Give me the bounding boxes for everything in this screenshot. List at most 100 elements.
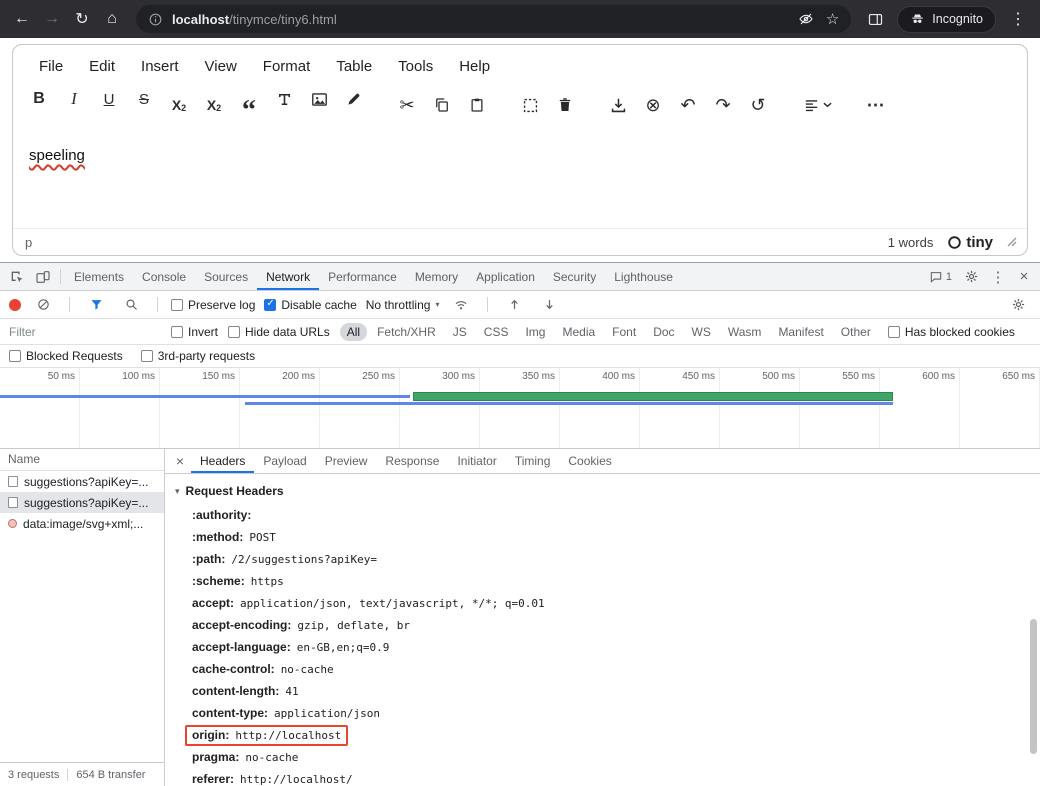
filter-type-manifest[interactable]: Manifest <box>771 323 830 341</box>
devtools-close-icon[interactable]: × <box>1012 268 1036 285</box>
menu-tools[interactable]: Tools <box>388 53 443 80</box>
back-icon[interactable]: ← <box>8 5 36 33</box>
devtools-tab-network[interactable]: Network <box>257 263 319 290</box>
devtools-tab-memory[interactable]: Memory <box>406 263 467 290</box>
throttling-select[interactable]: No throttling▾ <box>366 298 440 312</box>
devtools-tab-security[interactable]: Security <box>544 263 605 290</box>
undo-button[interactable]: ↶ <box>674 91 702 119</box>
filter-type-fetch-xhr[interactable]: Fetch/XHR <box>370 323 443 341</box>
bold-button[interactable]: B <box>25 85 53 113</box>
details-tab-timing[interactable]: Timing <box>506 449 560 473</box>
export-har-icon[interactable] <box>536 292 562 318</box>
clear-icon[interactable] <box>30 292 56 318</box>
hide-data-urls-checkbox[interactable]: Hide data URLs <box>228 325 330 339</box>
eye-blocked-icon[interactable] <box>798 11 814 27</box>
close-details-icon[interactable]: × <box>169 453 191 469</box>
has-blocked-cookies-checkbox[interactable]: Has blocked cookies <box>888 325 1015 339</box>
align-button[interactable] <box>797 91 837 119</box>
reload-icon[interactable]: ↻ <box>68 5 96 33</box>
delete-button[interactable] <box>551 91 579 119</box>
device-toolbar-icon[interactable] <box>30 264 56 290</box>
format-painter-button[interactable] <box>270 85 298 113</box>
resize-handle-icon[interactable] <box>1007 237 1017 247</box>
devtools-tab-sources[interactable]: Sources <box>195 263 257 290</box>
filter-type-wasm[interactable]: Wasm <box>721 323 769 341</box>
record-icon[interactable] <box>9 299 21 311</box>
italic-button[interactable]: I <box>60 85 88 113</box>
network-conditions-icon[interactable] <box>448 292 474 318</box>
permanent-pen-button[interactable] <box>340 85 368 113</box>
cut-button[interactable]: ✂ <box>393 91 421 119</box>
bookmark-star-icon[interactable]: ☆ <box>826 10 839 28</box>
menu-table[interactable]: Table <box>326 53 382 80</box>
browser-menu-icon[interactable]: ⋮ <box>1004 5 1032 33</box>
underline-button[interactable]: U <box>95 85 123 113</box>
filter-type-ws[interactable]: WS <box>685 323 718 341</box>
menu-format[interactable]: Format <box>253 53 321 80</box>
issues-button[interactable]: 1 <box>925 270 956 284</box>
side-panel-icon[interactable] <box>861 5 889 33</box>
search-icon[interactable] <box>118 292 144 318</box>
filter-type-other[interactable]: Other <box>834 323 878 341</box>
strikethrough-button[interactable]: S <box>130 85 158 113</box>
site-info-icon[interactable] <box>148 12 163 27</box>
paste-button[interactable] <box>463 91 491 119</box>
word-count[interactable]: 1 words <box>888 235 934 250</box>
request-row-selected[interactable]: suggestions?apiKey=... <box>0 492 164 513</box>
details-tab-response[interactable]: Response <box>376 449 448 473</box>
inspect-icon[interactable] <box>4 264 30 290</box>
devtools-tab-elements[interactable]: Elements <box>65 263 133 290</box>
filter-type-media[interactable]: Media <box>555 323 602 341</box>
scrollbar-thumb[interactable] <box>1030 619 1037 754</box>
details-tab-payload[interactable]: Payload <box>254 449 315 473</box>
element-path[interactable]: p <box>25 235 32 250</box>
blocked-requests-checkbox[interactable]: Blocked Requests <box>9 349 123 363</box>
network-overview-timeline[interactable]: 50 ms 100 ms 150 ms 200 ms 250 ms 300 ms… <box>0 368 1040 449</box>
details-tab-initiator[interactable]: Initiator <box>448 449 505 473</box>
details-tab-cookies[interactable]: Cookies <box>559 449 620 473</box>
devtools-tab-console[interactable]: Console <box>133 263 195 290</box>
menu-view[interactable]: View <box>195 53 247 80</box>
filter-input[interactable] <box>9 325 161 339</box>
filter-icon[interactable] <box>83 292 109 318</box>
save-button[interactable] <box>604 91 632 119</box>
filter-type-css[interactable]: CSS <box>477 323 516 341</box>
devtools-menu-icon[interactable]: ⋮ <box>986 268 1010 286</box>
superscript-button[interactable]: X2 <box>200 85 228 113</box>
copy-button[interactable] <box>428 91 456 119</box>
subscript-button[interactable]: X2 <box>165 85 193 113</box>
network-settings-icon[interactable] <box>1005 292 1031 318</box>
menu-help[interactable]: Help <box>449 53 500 80</box>
filter-type-img[interactable]: Img <box>518 323 552 341</box>
request-row[interactable]: data:image/svg+xml;... <box>0 513 164 534</box>
menu-insert[interactable]: Insert <box>131 53 189 80</box>
editor-content-area[interactable]: speeling <box>13 132 1027 228</box>
redo-button[interactable]: ↷ <box>709 91 737 119</box>
import-har-icon[interactable] <box>501 292 527 318</box>
filter-type-font[interactable]: Font <box>605 323 643 341</box>
request-row[interactable]: suggestions?apiKey=... <box>0 471 164 492</box>
home-icon[interactable]: ⌂ <box>98 5 126 33</box>
details-tab-preview[interactable]: Preview <box>316 449 377 473</box>
devtools-settings-icon[interactable] <box>958 264 984 290</box>
more-toolbar-button[interactable]: ⋯ <box>862 91 890 119</box>
details-tab-headers[interactable]: Headers <box>191 449 254 473</box>
blockquote-button[interactable]: “ <box>235 97 263 125</box>
devtools-tab-performance[interactable]: Performance <box>319 263 406 290</box>
misspelled-word[interactable]: speeling <box>29 147 85 164</box>
restore-draft-button[interactable]: ↺ <box>744 91 772 119</box>
select-all-button[interactable] <box>516 91 544 119</box>
preserve-log-checkbox[interactable]: Preserve log <box>171 298 255 312</box>
invert-checkbox[interactable]: Invert <box>171 325 218 339</box>
devtools-tab-application[interactable]: Application <box>467 263 544 290</box>
filter-type-all[interactable]: All <box>340 323 367 341</box>
devtools-tab-lighthouse[interactable]: Lighthouse <box>605 263 682 290</box>
third-party-requests-checkbox[interactable]: 3rd-party requests <box>141 349 255 363</box>
menu-edit[interactable]: Edit <box>79 53 125 80</box>
request-headers-section-toggle[interactable]: ▾ Request Headers <box>165 478 1040 504</box>
cancel-button[interactable]: ⊗ <box>639 91 667 119</box>
insert-image-button[interactable] <box>305 85 333 113</box>
tiny-branding[interactable]: tiny <box>947 234 993 251</box>
forward-icon[interactable]: → <box>38 5 66 33</box>
name-column-header[interactable]: Name <box>0 449 164 471</box>
